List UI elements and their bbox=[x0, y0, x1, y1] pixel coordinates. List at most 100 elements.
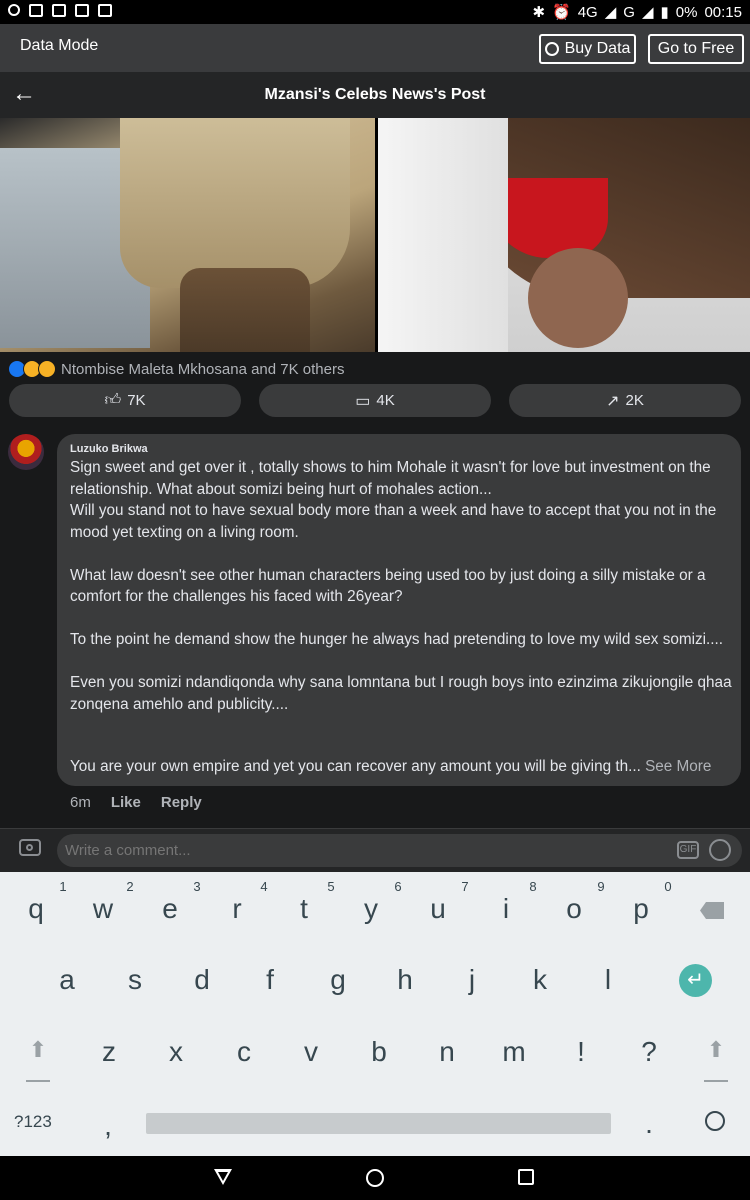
key-j[interactable]: j bbox=[442, 964, 502, 996]
key-s[interactable]: s bbox=[105, 964, 165, 996]
comment-like-link[interactable]: Like bbox=[111, 794, 141, 811]
key-a[interactable]: a bbox=[37, 964, 97, 996]
comma-key[interactable]: , bbox=[78, 1110, 138, 1142]
network2-label: G bbox=[623, 3, 635, 21]
battery-icon: ▮ bbox=[660, 4, 669, 21]
camera-icon[interactable] bbox=[19, 839, 41, 856]
key-l[interactable]: l bbox=[578, 964, 638, 996]
key-h[interactable]: h bbox=[375, 964, 435, 996]
number-hint: 4 bbox=[260, 879, 268, 894]
buy-data-button[interactable]: Buy Data bbox=[539, 34, 636, 64]
key-exclamation[interactable]: ! bbox=[551, 1036, 611, 1068]
page-title: Mzansi's Celebs News's Post bbox=[264, 86, 486, 103]
comment-time: 6m bbox=[70, 794, 91, 811]
key-x[interactable]: x bbox=[146, 1036, 206, 1068]
go-to-free-button[interactable]: Go to Free bbox=[648, 34, 744, 64]
soft-keyboard: 1 2 3 4 5 6 7 8 9 0 qwertyuiop asdfghjkl z x c v b n m!… bbox=[0, 872, 750, 1156]
comment-truncated-text: You are your own empire and yet you can … bbox=[70, 758, 641, 775]
avatar[interactable] bbox=[8, 434, 44, 470]
comment-author[interactable]: Luzuko Brikwa bbox=[70, 443, 148, 455]
comment-button[interactable]: ▭ 4K bbox=[259, 384, 491, 417]
number-hint: 7 bbox=[461, 879, 469, 894]
bluetooth-icon: ✱ bbox=[532, 4, 546, 21]
comment-count: 4K bbox=[376, 392, 395, 409]
like-count: 7K bbox=[127, 392, 146, 409]
key-b[interactable]: b bbox=[349, 1036, 409, 1068]
comment-icon: ▭ bbox=[355, 392, 371, 410]
like-button[interactable]: 👍︎ 7K bbox=[9, 384, 241, 417]
wow-reaction-icon bbox=[38, 360, 56, 378]
key-t[interactable]: t bbox=[274, 893, 334, 925]
mail-icon-2 bbox=[75, 4, 89, 17]
key-q[interactable]: q bbox=[6, 893, 66, 925]
key-v[interactable]: v bbox=[281, 1036, 341, 1068]
key-o[interactable]: o bbox=[544, 893, 604, 925]
key-p[interactable]: p bbox=[611, 893, 671, 925]
key-i[interactable]: i bbox=[476, 893, 536, 925]
see-more-link[interactable]: See More bbox=[645, 758, 711, 775]
reactions-summary[interactable]: Ntombise Maleta Mkhosana and 7K others bbox=[8, 360, 344, 378]
comment-paragraph: What law doesn't see other human charact… bbox=[70, 566, 706, 606]
nav-recents-icon[interactable] bbox=[518, 1169, 534, 1185]
back-arrow-icon[interactable]: ← bbox=[12, 80, 36, 108]
comment-text: Sign sweet and get over it , totally sho… bbox=[70, 457, 734, 715]
period-key[interactable]: . bbox=[619, 1108, 679, 1140]
reactions-text: Ntombise Maleta Mkhosana and 7K others bbox=[61, 360, 345, 378]
data-mode-label: Data Mode bbox=[20, 37, 99, 54]
number-hint: 0 bbox=[664, 879, 672, 894]
notification-icon bbox=[8, 4, 20, 16]
key-y[interactable]: y bbox=[341, 893, 401, 925]
emoji-icon[interactable] bbox=[709, 839, 731, 861]
key-w[interactable]: w bbox=[73, 893, 133, 925]
space-key[interactable] bbox=[146, 1113, 611, 1134]
share-icon: ↗ bbox=[606, 392, 620, 410]
signal-broadcast-icon bbox=[544, 42, 559, 56]
key-question[interactable]: ? bbox=[619, 1036, 679, 1068]
key-g[interactable]: g bbox=[308, 964, 368, 996]
key-n[interactable]: n bbox=[417, 1036, 477, 1068]
post-header: Mzansi's Celebs News's Post ← bbox=[0, 72, 750, 118]
chat-icon bbox=[29, 4, 43, 17]
number-hint: 8 bbox=[529, 879, 537, 894]
key-e[interactable]: e bbox=[140, 893, 200, 925]
enter-key-icon[interactable]: ↵ bbox=[679, 964, 712, 997]
backspace-icon[interactable] bbox=[700, 902, 724, 919]
shift-icon[interactable]: ⬆ bbox=[26, 1037, 50, 1063]
thumbs-up-icon: 👍︎ bbox=[104, 392, 122, 409]
comment-meta: 6m Like Reply bbox=[70, 794, 202, 811]
data-mode-bar: Data Mode Buy Data Go to Free bbox=[0, 24, 750, 72]
notification-icons bbox=[8, 4, 112, 17]
key-z[interactable]: z bbox=[79, 1036, 139, 1068]
status-bar: ✱ ⏰ 4G ◢ G ◢ ▮ 0% 00:15 bbox=[0, 0, 750, 24]
comment-input[interactable] bbox=[57, 834, 742, 867]
key-r[interactable]: r bbox=[207, 893, 267, 925]
key-u[interactable]: u bbox=[408, 893, 468, 925]
post-photo-right[interactable] bbox=[378, 118, 750, 352]
shift-icon-right[interactable]: ⬆ bbox=[704, 1037, 728, 1063]
key-c[interactable]: c bbox=[214, 1036, 274, 1068]
post-photo-left[interactable] bbox=[0, 118, 375, 352]
key-k[interactable]: k bbox=[510, 964, 570, 996]
comment-paragraph: Even you somizi ndandiqonda why sana lom… bbox=[70, 674, 732, 713]
gif-icon[interactable]: GIF bbox=[677, 841, 699, 859]
signal-icon-2: ◢ bbox=[641, 4, 654, 21]
key-m[interactable]: m bbox=[484, 1036, 544, 1068]
nav-home-icon[interactable] bbox=[366, 1169, 384, 1187]
key-f[interactable]: f bbox=[240, 964, 300, 996]
share-count: 2K bbox=[625, 392, 644, 409]
clock: 00:15 bbox=[704, 3, 742, 21]
nav-back-icon[interactable] bbox=[214, 1169, 232, 1185]
system-nav-bar bbox=[0, 1156, 750, 1200]
mail-icon bbox=[52, 4, 66, 17]
network-label: 4G bbox=[577, 3, 598, 21]
keyboard-emoji-icon[interactable] bbox=[705, 1111, 725, 1131]
comment-paragraph: To the point he demand show the hunger h… bbox=[70, 631, 724, 648]
buy-data-label: Buy Data bbox=[564, 40, 631, 57]
share-button[interactable]: ↗ 2K bbox=[509, 384, 741, 417]
symbols-key[interactable]: ?123 bbox=[14, 1112, 52, 1132]
comment-reply-link[interactable]: Reply bbox=[161, 794, 202, 811]
alert-icon bbox=[98, 4, 112, 17]
key-d[interactable]: d bbox=[172, 964, 232, 996]
number-hint: 1 bbox=[59, 879, 67, 894]
comment-paragraph: Sign sweet and get over it , totally sho… bbox=[70, 459, 717, 541]
